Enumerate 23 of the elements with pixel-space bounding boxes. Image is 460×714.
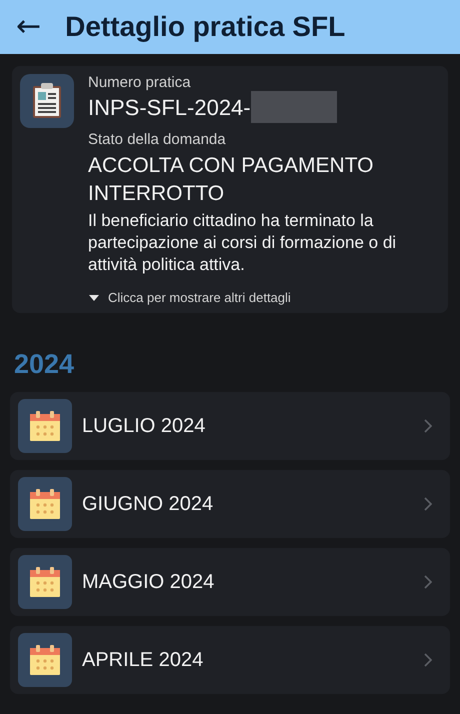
screen-title: Dettaglio pratica SFL bbox=[65, 11, 346, 43]
calendar-icon bbox=[18, 633, 72, 687]
field-label: Numero pratica bbox=[88, 74, 191, 91]
month-item[interactable]: MAGGIO 2024 bbox=[10, 548, 450, 616]
month-item[interactable]: APRILE 2024 bbox=[10, 626, 450, 694]
year-heading: 2024 bbox=[14, 349, 76, 380]
calendar-icon bbox=[18, 477, 72, 531]
back-button[interactable]: ← bbox=[10, 12, 48, 42]
calendar-icon bbox=[18, 555, 72, 609]
chevron-icon bbox=[424, 497, 432, 511]
status-description: Il beneficiario cittadino ha terminato la partecipazione ai corsi di formazione o di attività politica attiva. bbox=[88, 210, 398, 276]
month-item[interactable]: LUGLIO 2024 bbox=[10, 392, 450, 460]
chevron-icon bbox=[424, 653, 432, 667]
details-toggle[interactable]: Clicca per mostrare altri dettagli bbox=[88, 290, 291, 305]
chevron-icon bbox=[424, 575, 432, 589]
caret-icon bbox=[88, 294, 100, 302]
status-text: ACCOLTA CON PAGAMENTO INTERROTTO bbox=[88, 153, 374, 207]
clipboard-icon bbox=[20, 74, 74, 128]
chevron-icon bbox=[424, 419, 432, 433]
calendar-icon bbox=[18, 399, 72, 453]
practice-number: INPS-SFL-2024- bbox=[88, 95, 251, 121]
month-item[interactable]: GIUGNO 2024 bbox=[10, 470, 450, 538]
field-label: Stato della domanda bbox=[88, 131, 226, 148]
